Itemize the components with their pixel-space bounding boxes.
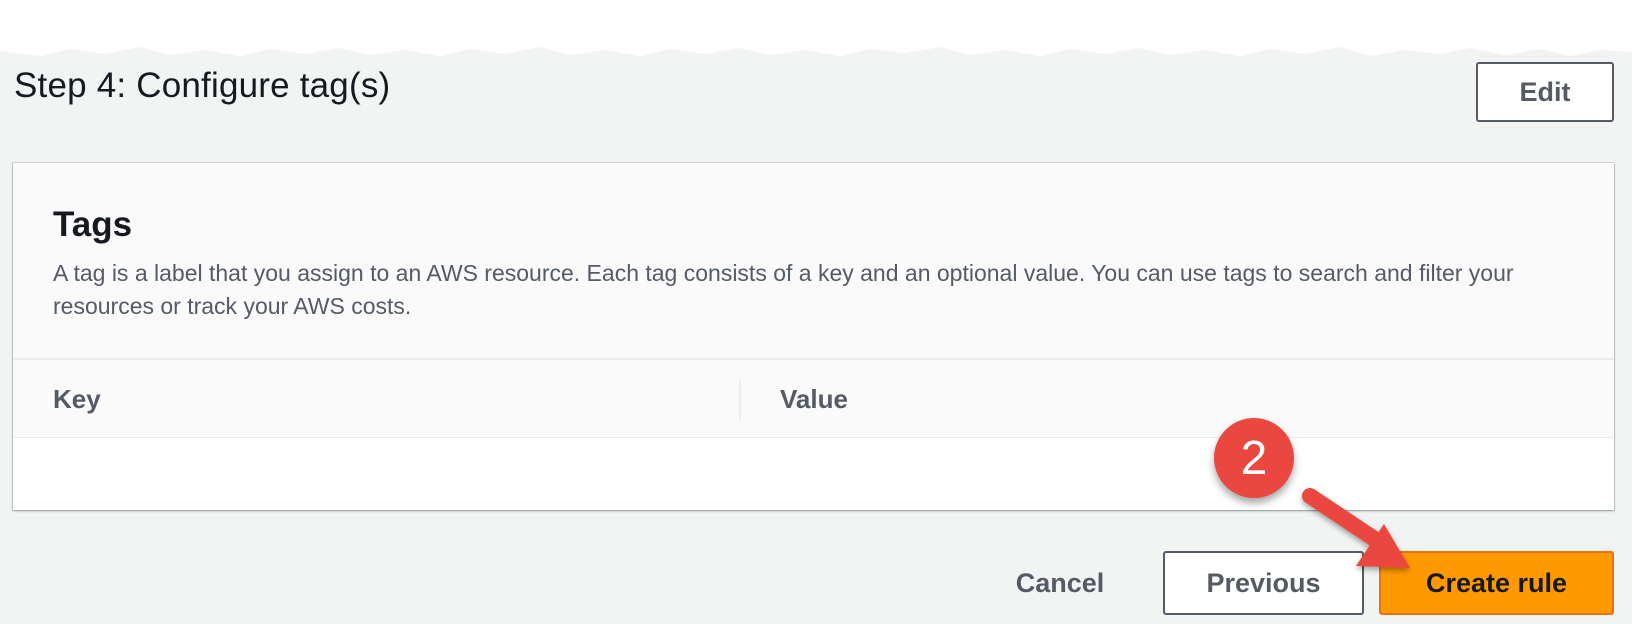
column-header-key: Key [53, 384, 101, 414]
tags-panel-header: Tags A tag is a label that you assign to… [13, 163, 1614, 360]
create-rule-button[interactable]: Create rule [1379, 551, 1614, 615]
column-header-value: Value [780, 384, 848, 414]
step-number-badge: 2 [1214, 418, 1294, 498]
tags-table-header: Key Value [13, 360, 1614, 438]
step-title: Step 4: Configure tag(s) [14, 66, 391, 105]
edit-button[interactable]: Edit [1476, 62, 1614, 122]
tags-panel-title: Tags [53, 205, 133, 244]
previous-button[interactable]: Previous [1163, 551, 1364, 615]
tags-table-body [13, 438, 1614, 510]
tags-panel-description: A tag is a label that you assign to an A… [53, 260, 1514, 319]
tags-panel: Tags A tag is a label that you assign to… [13, 163, 1614, 510]
column-divider [739, 380, 741, 420]
cancel-button[interactable]: Cancel [990, 552, 1130, 614]
badge-number: 2 [1240, 431, 1268, 485]
